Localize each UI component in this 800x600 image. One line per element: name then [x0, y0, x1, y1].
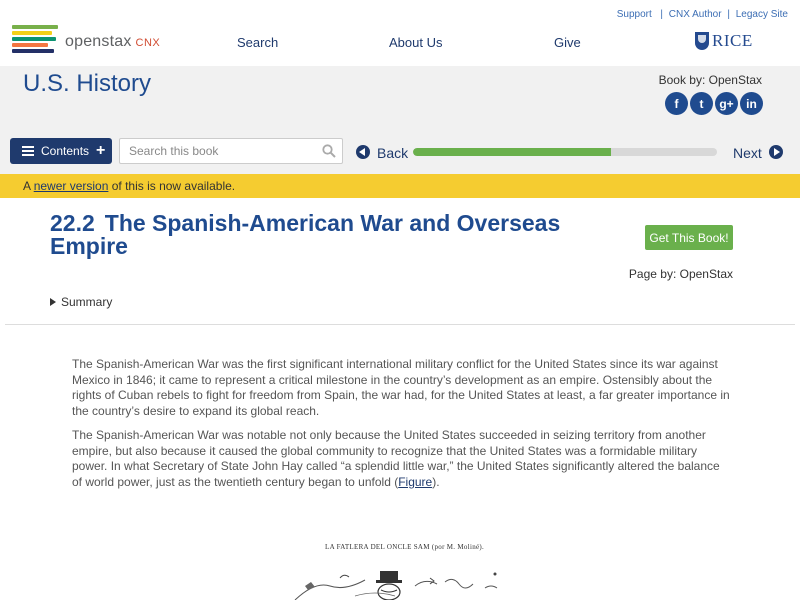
caret-right-icon	[50, 298, 56, 306]
search-input[interactable]	[120, 139, 310, 163]
openstax-cnx-logo[interactable]: openstax CNX	[12, 25, 172, 55]
book-title[interactable]: U.S. History	[23, 70, 151, 98]
cartoon-illustration	[294, 571, 498, 600]
section-title: The Spanish-American War and Overseas Em…	[50, 210, 561, 259]
reading-progress-fill	[413, 148, 611, 156]
notice-suffix: of this is now available.	[108, 179, 236, 193]
rice-shield-icon	[695, 32, 709, 50]
list-icon	[22, 146, 34, 156]
nav-search[interactable]: Search	[237, 35, 278, 50]
arrow-right-icon	[768, 145, 783, 159]
back-button[interactable]: Back	[356, 143, 408, 161]
get-this-book-button[interactable]: Get This Book!	[645, 225, 733, 250]
summary-toggle[interactable]: Summary	[50, 295, 112, 309]
summary-label: Summary	[61, 295, 113, 309]
rice-logo[interactable]: RICE	[695, 31, 753, 51]
social-share: f t g+ in	[665, 92, 763, 115]
contents-label: Contents	[41, 144, 90, 158]
legacy-site-link[interactable]: Legacy Site	[736, 9, 788, 20]
utility-links: Support | CNX Author | Legacy Site	[616, 9, 788, 20]
google-plus-icon[interactable]: g+	[715, 92, 738, 115]
site-header: openstax CNX Support | CNX Author | Legac…	[0, 0, 800, 66]
linkedin-icon[interactable]: in	[740, 92, 763, 115]
nav-give[interactable]: Give	[554, 35, 581, 50]
arrow-left-icon	[356, 145, 370, 159]
nav-about-us[interactable]: About Us	[389, 35, 442, 50]
paragraph-significance: The Spanish-American War was notable not…	[72, 428, 720, 489]
support-link[interactable]: Support	[617, 9, 652, 20]
reading-progress	[413, 148, 717, 156]
newer-version-notice: A newer version of this is now available…	[0, 174, 800, 198]
twitter-icon[interactable]: t	[690, 92, 713, 115]
book-author: Book by: OpenStax	[658, 73, 762, 87]
figure-cartoon: LA FATLERA DEL ONCLE SAM (por M. Moliné)…	[255, 536, 553, 600]
next-button[interactable]: Next	[733, 143, 783, 161]
facebook-icon[interactable]: f	[665, 92, 688, 115]
figure-link[interactable]: Figure	[398, 475, 432, 489]
page-author: Page by: OpenStax	[628, 267, 733, 281]
next-label: Next	[733, 145, 762, 161]
back-label: Back	[377, 145, 409, 161]
newer-version-link[interactable]: newer version	[34, 179, 109, 193]
divider	[5, 324, 795, 325]
book-header: U.S. History Book by: OpenStax f t g+ in	[0, 66, 800, 132]
plus-icon: +	[96, 142, 106, 159]
logo-stripes-icon	[12, 25, 58, 55]
book-search	[119, 138, 343, 164]
contents-button[interactable]: Contents +	[10, 138, 112, 164]
notice-prefix: A	[23, 179, 34, 193]
rice-logo-text: RICE	[712, 31, 753, 50]
cnx-author-link[interactable]: CNX Author	[669, 9, 722, 20]
page-title: 22.2 The Spanish-American War and Oversea…	[50, 212, 570, 258]
book-toolbar: Contents + Back Next	[0, 132, 800, 174]
paragraph-intro: The Spanish-American War was the first s…	[72, 357, 730, 418]
logo-text: openstax CNX	[65, 33, 161, 50]
search-icon[interactable]	[322, 144, 336, 158]
